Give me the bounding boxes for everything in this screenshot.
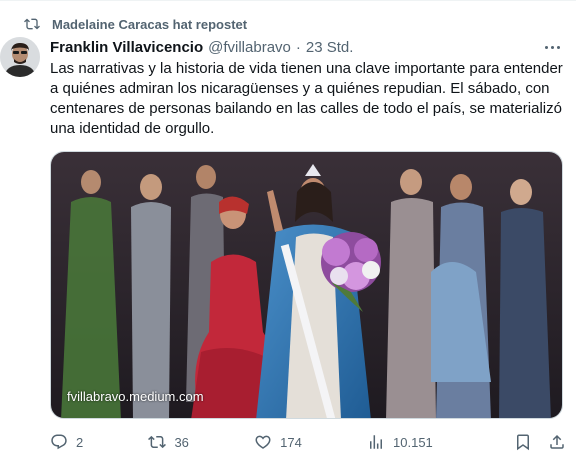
author-name[interactable]: Franklin Villavicencio	[50, 39, 203, 56]
bookmark-button[interactable]	[514, 433, 532, 451]
like-icon	[255, 435, 271, 449]
repost-button[interactable]: 36	[148, 433, 189, 451]
post-image[interactable]: fvillabravo.medium.com	[50, 151, 563, 419]
repost-count: 36	[174, 434, 189, 450]
bookmark-icon	[516, 434, 529, 451]
pageant-photo	[51, 152, 562, 418]
image-watermark: fvillabravo.medium.com	[67, 389, 204, 404]
like-count: 174	[280, 434, 302, 450]
share-icon	[550, 434, 564, 449]
views-button[interactable]: 10.151	[367, 433, 433, 451]
views-icon	[370, 435, 383, 449]
like-button[interactable]: 174	[254, 433, 302, 451]
post-header: Franklin Villavicencio @fvillabravo · 23…	[50, 37, 560, 57]
right-actions	[498, 433, 566, 451]
repost-indicator[interactable]: Madelaine Caracas hat repostet	[24, 15, 247, 33]
separator: ·	[295, 38, 301, 56]
more-icon[interactable]	[540, 39, 564, 55]
repost-icon	[148, 435, 167, 449]
reply-button[interactable]: 2	[50, 433, 83, 451]
post[interactable]: Madelaine Caracas hat repostet Franklin …	[0, 0, 576, 473]
action-bar: 2 36 174 10.151	[50, 429, 566, 455]
views-count: 10.151	[393, 434, 433, 450]
repost-icon	[24, 18, 40, 30]
avatar[interactable]	[0, 37, 40, 77]
reply-count: 2	[76, 434, 84, 450]
tweet-text: Las narrativas y la historia de vida tie…	[50, 60, 563, 137]
reply-icon	[51, 434, 67, 450]
repost-text: Madelaine Caracas hat repostet	[52, 16, 248, 32]
share-button[interactable]	[548, 433, 566, 451]
post-time[interactable]: 23 Std.	[306, 39, 354, 56]
author-handle[interactable]: @fvillabravo	[208, 39, 291, 56]
